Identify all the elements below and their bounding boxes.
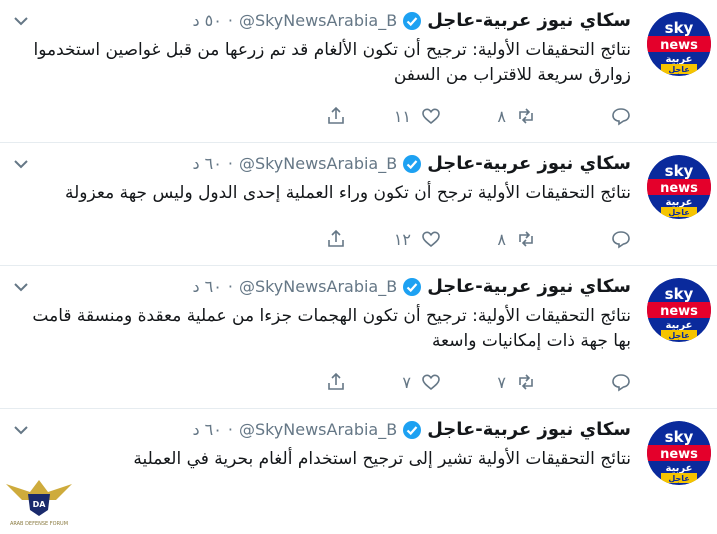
avatar-text-news: news [660,447,698,462]
avatar[interactable]: sky news عربية عاجل [647,12,711,76]
tweet[interactable]: sky news عربية عاجل سكاي نيوز عربية-عاجل… [0,409,717,534]
verified-badge-icon [403,420,422,439]
like-button[interactable]: ٧ [346,372,441,392]
tweet-actions: ٧ ٧ [251,370,631,394]
share-button[interactable] [251,372,346,392]
account-name[interactable]: سكاي نيوز عربية-عاجل [427,10,631,31]
reply-button[interactable] [536,229,631,249]
retweet-button[interactable]: ٧ [441,372,536,392]
caret-down-icon[interactable] [14,282,28,292]
reply-icon [612,231,630,249]
avatar-text-breaking: عاجل [668,474,689,483]
retweet-button[interactable]: ٨ [441,229,536,249]
retweet-count: ٨ [497,106,506,126]
tweet[interactable]: sky news عربية عاجل سكاي نيوز عربية-عاجل… [0,143,717,266]
caret-down-icon[interactable] [14,159,28,169]
reply-icon [612,108,630,126]
retweet-icon [519,108,533,124]
caret-down-icon[interactable] [14,425,28,435]
account-handle[interactable]: @SkyNewsArabia_B [239,277,397,296]
tweet-time[interactable]: ٦٠ د [192,420,221,439]
separator-dot: · [227,277,233,296]
tweet-header: سكاي نيوز عربية-عاجل @SkyNewsArabia_B · … [192,10,631,31]
retweet-count: ٨ [497,229,506,249]
tweet-feed: sky news عربية عاجل سكاي نيوز عربية-عاجل… [0,0,717,534]
like-count: ١١ [393,106,411,126]
tweet-time[interactable]: ٦٠ د [192,154,221,173]
avatar-text-news: news [660,181,698,196]
share-icon [328,106,344,124]
avatar-text-breaking: عاجل [668,331,689,340]
share-icon [328,372,344,390]
retweet-count: ٧ [497,372,506,392]
account-name[interactable]: سكاي نيوز عربية-عاجل [427,153,631,174]
account-name[interactable]: سكاي نيوز عربية-عاجل [427,419,631,440]
avatar-text-sky: sky [665,19,694,37]
tweet-actions: ٨ ١٢ [251,227,631,251]
reply-button[interactable] [536,372,631,392]
tweet-text: نتائج التحقيقات الأولية: ترجيح أن تكون ا… [33,40,631,85]
avatar-text-breaking: عاجل [668,65,689,74]
share-button[interactable] [251,229,346,249]
like-icon [422,108,440,125]
account-handle[interactable]: @SkyNewsArabia_B [239,11,397,30]
watermark-text-long: ARAB DEFENSE FORUM [10,521,68,527]
retweet-button[interactable]: ٨ [441,106,536,126]
tweet-time[interactable]: ٦٠ د [192,277,221,296]
separator-dot: · [227,154,233,173]
share-button[interactable] [251,106,346,126]
reply-button[interactable] [536,106,631,126]
watermark-text-short: DA [33,500,47,509]
like-count: ٧ [402,372,411,392]
avatar-text-sky: sky [665,428,694,446]
avatar[interactable]: sky news عربية عاجل [647,421,711,485]
tweet-header: سكاي نيوز عربية-عاجل @SkyNewsArabia_B · … [192,419,631,440]
watermark-logo: DA ARAB DEFENSE FORUM [6,480,72,527]
avatar-text-breaking: عاجل [668,208,689,217]
tweet-text: نتائج التحقيقات الأولية: ترجيح أن تكون ا… [32,306,631,351]
avatar[interactable]: sky news عربية عاجل [647,155,711,219]
avatar-text-news: news [660,38,698,53]
avatar[interactable]: sky news عربية عاجل [647,278,711,342]
tweet[interactable]: sky news عربية عاجل سكاي نيوز عربية-عاجل… [0,0,717,143]
separator-dot: · [227,11,233,30]
tweet-header: سكاي نيوز عربية-عاجل @SkyNewsArabia_B · … [192,276,631,297]
like-icon [422,231,440,248]
verified-badge-icon [403,11,422,30]
account-handle[interactable]: @SkyNewsArabia_B [239,420,397,439]
tweet-text: نتائج التحقيقات الأولية ترجح أن تكون ورا… [65,183,631,203]
avatar-text-arabic: عربية [666,54,693,65]
caret-down-icon[interactable] [14,16,28,26]
avatar-text-sky: sky [665,285,694,303]
tweet-text: نتائج التحقيقات الأولية تشير إلى ترجيح ا… [133,449,631,469]
like-button[interactable]: ١١ [346,106,441,126]
like-button[interactable]: ١٢ [346,229,441,249]
account-handle[interactable]: @SkyNewsArabia_B [239,154,397,173]
share-icon [328,229,344,247]
tweet-actions: ٨ ١١ [251,104,631,128]
like-icon [422,374,440,391]
verified-badge-icon [403,277,422,296]
verified-badge-icon [403,154,422,173]
separator-dot: · [227,420,233,439]
tweet[interactable]: sky news عربية عاجل سكاي نيوز عربية-عاجل… [0,266,717,409]
avatar-text-arabic: عربية [666,463,693,474]
tweet-header: سكاي نيوز عربية-عاجل @SkyNewsArabia_B · … [192,153,631,174]
avatar-text-news: news [660,304,698,319]
avatar-text-arabic: عربية [666,197,693,208]
retweet-icon [519,231,533,247]
tweet-time[interactable]: ٥٠ د [192,11,221,30]
retweet-icon [519,374,533,390]
reply-icon [612,374,630,392]
like-count: ١٢ [393,229,411,249]
avatar-text-arabic: عربية [666,320,693,331]
account-name[interactable]: سكاي نيوز عربية-عاجل [427,276,631,297]
avatar-text-sky: sky [665,162,694,180]
